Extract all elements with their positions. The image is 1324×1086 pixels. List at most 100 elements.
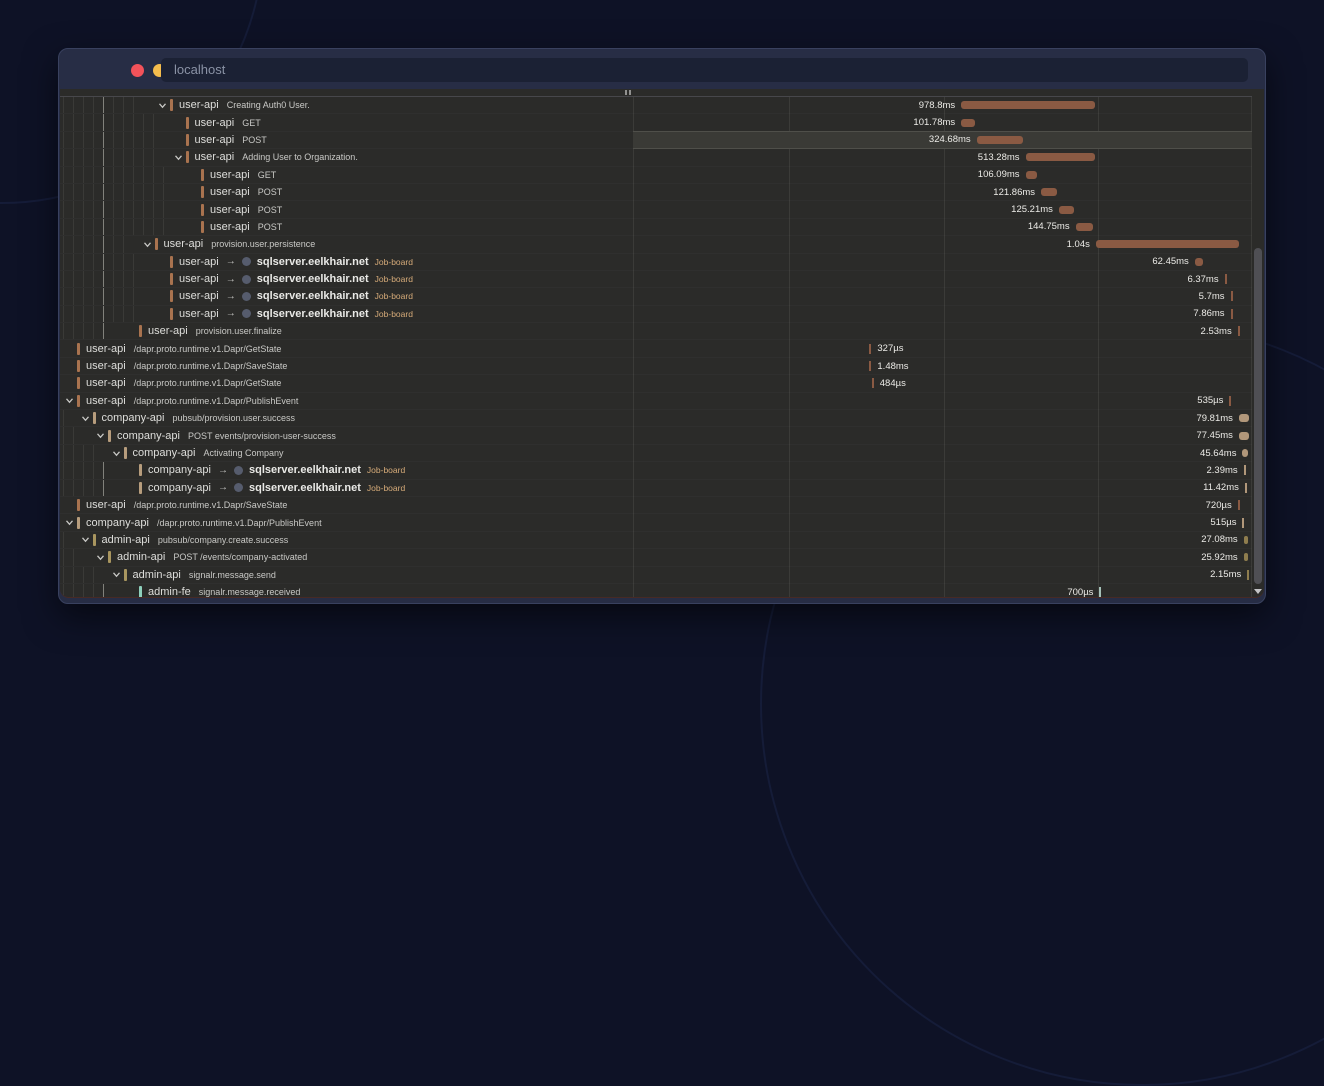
trace-row[interactable]: user-apiPOST324.68ms xyxy=(60,132,1252,149)
trace-row[interactable]: company-apiPOST events/provision-user-su… xyxy=(60,427,1252,444)
indent-guide xyxy=(83,184,84,200)
indent-guide xyxy=(133,149,134,165)
scrollbar-thumb[interactable] xyxy=(1254,248,1262,584)
duration-label: 101.78ms xyxy=(913,114,955,130)
trace-row[interactable]: user-apiPOST121.86ms xyxy=(60,184,1252,201)
span-label: admin-apipubsub/company.create.success xyxy=(81,532,289,548)
trace-row[interactable]: admin-apisignalr.message.send2.15ms xyxy=(60,567,1252,584)
trace-row[interactable]: company-apiActivating Company45.64ms xyxy=(60,445,1252,462)
trace-row[interactable]: company-api/dapr.proto.runtime.v1.Dapr/P… xyxy=(60,514,1252,531)
trace-row[interactable]: user-api→sqlserver.eelkhair.netJob-board… xyxy=(60,288,1252,305)
trace-row[interactable]: user-apiCreating Auth0 User.978.8ms xyxy=(60,97,1252,114)
indent-guide xyxy=(93,462,94,478)
trace-row[interactable]: user-apiprovision.user.persistence1.04s xyxy=(60,236,1252,253)
browser-window: localhost user-apiCreating Auth0 User.97… xyxy=(58,48,1266,604)
chevron-down-icon[interactable] xyxy=(65,396,77,406)
span-label: company-apipubsub/provision.user.success xyxy=(81,410,296,426)
duration-label: 6.37ms xyxy=(1187,271,1218,287)
service-color-bar xyxy=(201,186,204,198)
indent-guide xyxy=(63,254,64,270)
indent-guide xyxy=(143,219,144,235)
url-bar[interactable]: localhost xyxy=(161,58,1248,82)
span-label: user-api→sqlserver.eelkhair.netJob-board xyxy=(158,254,413,270)
destination-host: sqlserver.eelkhair.net xyxy=(257,273,369,285)
indent-guide xyxy=(93,236,94,252)
operation-name: GET xyxy=(242,118,261,128)
indent-guide xyxy=(133,184,134,200)
scroll-down-arrow-icon[interactable] xyxy=(1254,589,1262,594)
chevron-down-icon[interactable] xyxy=(174,152,186,162)
chevron-down-icon[interactable] xyxy=(158,100,170,110)
trace-row[interactable]: user-api/dapr.proto.runtime.v1.Dapr/Save… xyxy=(60,358,1252,375)
trace-row[interactable]: company-api→sqlserver.eelkhair.netJob-bo… xyxy=(60,480,1252,497)
chevron-down-icon[interactable] xyxy=(112,570,124,580)
trace-row[interactable]: user-apiGET101.78ms xyxy=(60,114,1252,131)
indent-guide xyxy=(123,219,124,235)
trace-row[interactable]: user-api/dapr.proto.runtime.v1.Dapr/Publ… xyxy=(60,393,1252,410)
trace-row[interactable]: admin-fesignalr.message.received700µs xyxy=(60,584,1252,598)
close-button[interactable] xyxy=(131,64,144,77)
indent-guide xyxy=(113,97,114,113)
duration-label: 25.92ms xyxy=(1201,549,1237,565)
indent-guide xyxy=(73,236,74,252)
chevron-down-icon[interactable] xyxy=(96,552,108,562)
database-dot-icon xyxy=(234,466,243,475)
trace-row[interactable]: user-api/dapr.proto.runtime.v1.Dapr/GetS… xyxy=(60,340,1252,357)
indent-guide xyxy=(83,462,84,478)
chevron-down-icon[interactable] xyxy=(112,448,124,458)
arrow-right-icon: → xyxy=(226,274,236,285)
indent-guide xyxy=(63,410,64,426)
trace-row[interactable]: user-apiprovision.user.finalize2.53ms xyxy=(60,323,1252,340)
trace-row[interactable]: user-apiPOST125.21ms xyxy=(60,201,1252,218)
span-label: user-apiPOST xyxy=(174,132,267,148)
span-duration-bar xyxy=(1239,414,1249,422)
chevron-down-icon[interactable] xyxy=(96,431,108,441)
span-duration-bar xyxy=(1238,500,1240,510)
trace-row[interactable]: user-api/dapr.proto.runtime.v1.Dapr/GetS… xyxy=(60,375,1252,392)
indent-guide xyxy=(83,132,84,148)
chevron-down-icon[interactable] xyxy=(81,535,93,545)
indent-guide xyxy=(133,254,134,270)
indent-guide xyxy=(83,584,84,598)
indent-guide xyxy=(133,271,134,287)
trace-row[interactable]: user-api→sqlserver.eelkhair.netJob-board… xyxy=(60,271,1252,288)
service-color-bar xyxy=(139,464,142,476)
service-name: user-api xyxy=(210,169,250,181)
trace-row[interactable]: user-api/dapr.proto.runtime.v1.Dapr/Save… xyxy=(60,497,1252,514)
trace-row[interactable]: user-api→sqlserver.eelkhair.netJob-board… xyxy=(60,306,1252,323)
chevron-down-icon[interactable] xyxy=(143,239,155,249)
service-name: company-api xyxy=(148,464,211,476)
span-duration-bar xyxy=(1229,396,1231,406)
trace-row[interactable]: user-api→sqlserver.eelkhair.netJob-board… xyxy=(60,254,1252,271)
span-label: user-api→sqlserver.eelkhair.netJob-board xyxy=(158,306,413,322)
trace-row[interactable]: admin-apipubsub/company.create.success27… xyxy=(60,532,1252,549)
trace-row[interactable]: user-apiPOST144.75ms xyxy=(60,219,1252,236)
service-color-bar xyxy=(170,273,173,285)
trace-row[interactable]: company-api→sqlserver.eelkhair.netJob-bo… xyxy=(60,462,1252,479)
chevron-down-icon[interactable] xyxy=(65,518,77,528)
indent-guide xyxy=(93,97,94,113)
vertical-scrollbar[interactable] xyxy=(1252,96,1264,597)
span-duration-bar xyxy=(1026,171,1038,179)
operation-name: /dapr.proto.runtime.v1.Dapr/GetState xyxy=(134,378,282,388)
service-color-bar xyxy=(77,395,80,407)
indent-guide xyxy=(83,97,84,113)
span-label: admin-fesignalr.message.received xyxy=(127,584,300,598)
span-duration-bar xyxy=(1099,587,1101,597)
destination-db-badge: Job-board xyxy=(375,291,413,301)
destination-db-badge: Job-board xyxy=(375,309,413,319)
indent-guide xyxy=(63,306,64,322)
span-label: user-api→sqlserver.eelkhair.netJob-board xyxy=(158,271,413,287)
trace-row[interactable]: user-apiAdding User to Organization.513.… xyxy=(60,149,1252,166)
trace-row[interactable]: user-apiGET106.09ms xyxy=(60,167,1252,184)
indent-guide xyxy=(73,97,74,113)
chevron-down-icon[interactable] xyxy=(81,413,93,423)
service-name: admin-api xyxy=(102,534,150,546)
span-duration-bar xyxy=(1231,309,1233,319)
trace-row[interactable]: admin-apiPOST /events/company-activated2… xyxy=(60,549,1252,566)
database-dot-icon xyxy=(242,275,251,284)
span-label: user-api/dapr.proto.runtime.v1.Dapr/Publ… xyxy=(65,393,298,409)
duration-label: 62.45ms xyxy=(1152,254,1188,270)
trace-row[interactable]: company-apipubsub/provision.user.success… xyxy=(60,410,1252,427)
span-label: user-api/dapr.proto.runtime.v1.Dapr/Save… xyxy=(65,497,287,513)
